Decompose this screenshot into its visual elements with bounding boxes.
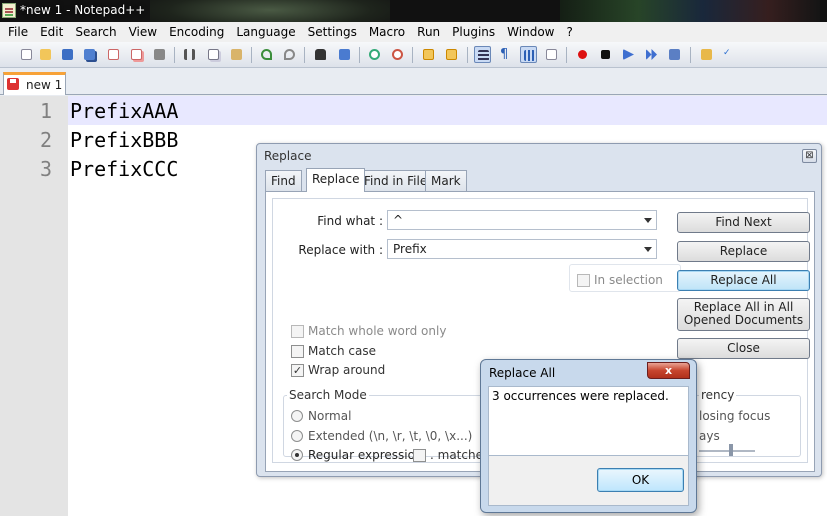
menu-settings[interactable]: Settings: [302, 25, 363, 39]
message-text: 3 occurrences were replaced.: [492, 389, 669, 403]
line-number: 2: [39, 128, 52, 152]
undo-icon[interactable]: [258, 46, 275, 63]
search-mode-title: Search Mode: [287, 388, 369, 402]
find-what-label: Find what :: [317, 214, 383, 228]
line-number: 1: [39, 99, 52, 123]
close-icon[interactable]: [105, 46, 122, 63]
menu-file[interactable]: File: [2, 25, 34, 39]
replace-with-label: Replace with :: [298, 243, 383, 257]
zoom-in-icon[interactable]: [366, 46, 383, 63]
redo-icon[interactable]: [281, 46, 298, 63]
save-all-icon[interactable]: [81, 46, 98, 63]
message-box-title: Replace All: [489, 366, 556, 380]
tab-find[interactable]: Find: [265, 170, 302, 191]
menu-run[interactable]: Run: [411, 25, 446, 39]
code-line[interactable]: PrefixAAA: [70, 99, 178, 123]
wrap-around-checkbox[interactable]: ✓ Wrap around: [291, 363, 385, 377]
code-line[interactable]: PrefixCCC: [70, 157, 178, 181]
file-browser-icon[interactable]: [698, 46, 715, 63]
transparency-slider[interactable]: [699, 450, 755, 452]
tab-mark[interactable]: Mark: [425, 170, 467, 191]
dialog-close-icon[interactable]: ⊠: [802, 149, 817, 163]
menu-encoding[interactable]: Encoding: [163, 25, 230, 39]
toolbar: ¶ ✓: [0, 42, 827, 68]
chevron-down-icon[interactable]: [644, 218, 652, 223]
menu-window[interactable]: Window: [501, 25, 560, 39]
menu-search[interactable]: Search: [69, 25, 122, 39]
match-case-checkbox[interactable]: Match case: [291, 344, 376, 358]
spell-check-icon[interactable]: ✓: [720, 46, 737, 63]
line-number: 3: [39, 157, 52, 181]
save-icon[interactable]: [59, 46, 76, 63]
play-macro-icon[interactable]: [620, 46, 637, 63]
extended-radio[interactable]: Extended (\n, \r, \t, \0, \x...): [291, 429, 472, 443]
doc-map-icon[interactable]: [543, 46, 560, 63]
find-next-button[interactable]: Find Next: [677, 212, 810, 233]
normal-radio[interactable]: Normal: [291, 409, 351, 423]
find-icon[interactable]: [312, 46, 329, 63]
tab-new-1[interactable]: new 1: [3, 72, 66, 95]
sync-horizontal-icon[interactable]: [443, 46, 460, 63]
paste-icon[interactable]: [228, 46, 245, 63]
always-label[interactable]: ays: [699, 429, 720, 443]
ok-button[interactable]: OK: [597, 468, 684, 492]
menu-help[interactable]: ?: [560, 25, 578, 39]
in-selection-checkbox[interactable]: In selection: [577, 273, 663, 287]
replace-all-button[interactable]: Replace All: [677, 270, 810, 291]
replace-with-combo[interactable]: Prefix: [387, 239, 657, 259]
title-bar: *new 1 - Notepad++: [0, 0, 827, 22]
transparency-title: rency: [699, 388, 737, 402]
menu-macro[interactable]: Macro: [363, 25, 411, 39]
replace-with-value: Prefix: [393, 242, 427, 256]
replace-all-message-box: Replace All x 3 occurrences were replace…: [480, 359, 697, 513]
replace-dialog-title: Replace: [264, 149, 312, 163]
close-icon[interactable]: x: [647, 362, 690, 379]
replace-icon[interactable]: [336, 46, 353, 63]
zoom-out-icon[interactable]: [389, 46, 406, 63]
tab-label: new 1: [26, 78, 63, 92]
menu-edit[interactable]: Edit: [34, 25, 69, 39]
on-losing-focus-label[interactable]: losing focus: [699, 409, 770, 423]
save-macro-icon[interactable]: [666, 46, 683, 63]
tab-replace[interactable]: Replace: [306, 168, 366, 192]
notepad-app-icon: [2, 3, 16, 18]
menu-language[interactable]: Language: [230, 25, 301, 39]
code-line[interactable]: PrefixBBB: [70, 128, 178, 152]
unsaved-file-icon: [7, 78, 19, 90]
cut-icon[interactable]: [181, 46, 198, 63]
find-what-combo[interactable]: ^: [387, 210, 657, 230]
stop-macro-icon[interactable]: [597, 46, 614, 63]
window-title: *new 1 - Notepad++: [20, 3, 146, 17]
checkmark-icon: ✓: [291, 363, 304, 377]
menu-bar: File Edit Search View Encoding Language …: [0, 22, 827, 42]
regex-radio[interactable]: Regular expression: [291, 448, 423, 462]
close-all-icon[interactable]: [128, 46, 145, 63]
replace-button[interactable]: Replace: [677, 241, 810, 262]
find-what-value: ^: [393, 213, 404, 227]
menu-view[interactable]: View: [123, 25, 163, 39]
menu-plugins[interactable]: Plugins: [446, 25, 501, 39]
new-file-icon[interactable]: [18, 46, 35, 63]
print-icon[interactable]: [151, 46, 168, 63]
match-whole-word-checkbox[interactable]: Match whole word only: [291, 324, 446, 338]
document-tab-bar: new 1: [0, 68, 827, 95]
chevron-down-icon[interactable]: [644, 247, 652, 252]
run-macro-multiple-icon[interactable]: [643, 46, 660, 63]
show-all-characters-icon[interactable]: ¶: [497, 46, 514, 63]
record-macro-icon[interactable]: [574, 46, 591, 63]
word-wrap-icon[interactable]: [474, 46, 491, 63]
copy-icon[interactable]: [205, 46, 222, 63]
open-file-icon[interactable]: [37, 46, 54, 63]
indent-guide-icon[interactable]: [520, 46, 537, 63]
slider-thumb[interactable]: [729, 444, 733, 456]
sync-vertical-icon[interactable]: [420, 46, 437, 63]
close-button[interactable]: Close: [677, 338, 810, 359]
replace-all-opened-button[interactable]: Replace All in All Opened Documents: [677, 298, 810, 331]
current-line-highlight: [68, 96, 827, 125]
transparency-group: [683, 395, 801, 457]
